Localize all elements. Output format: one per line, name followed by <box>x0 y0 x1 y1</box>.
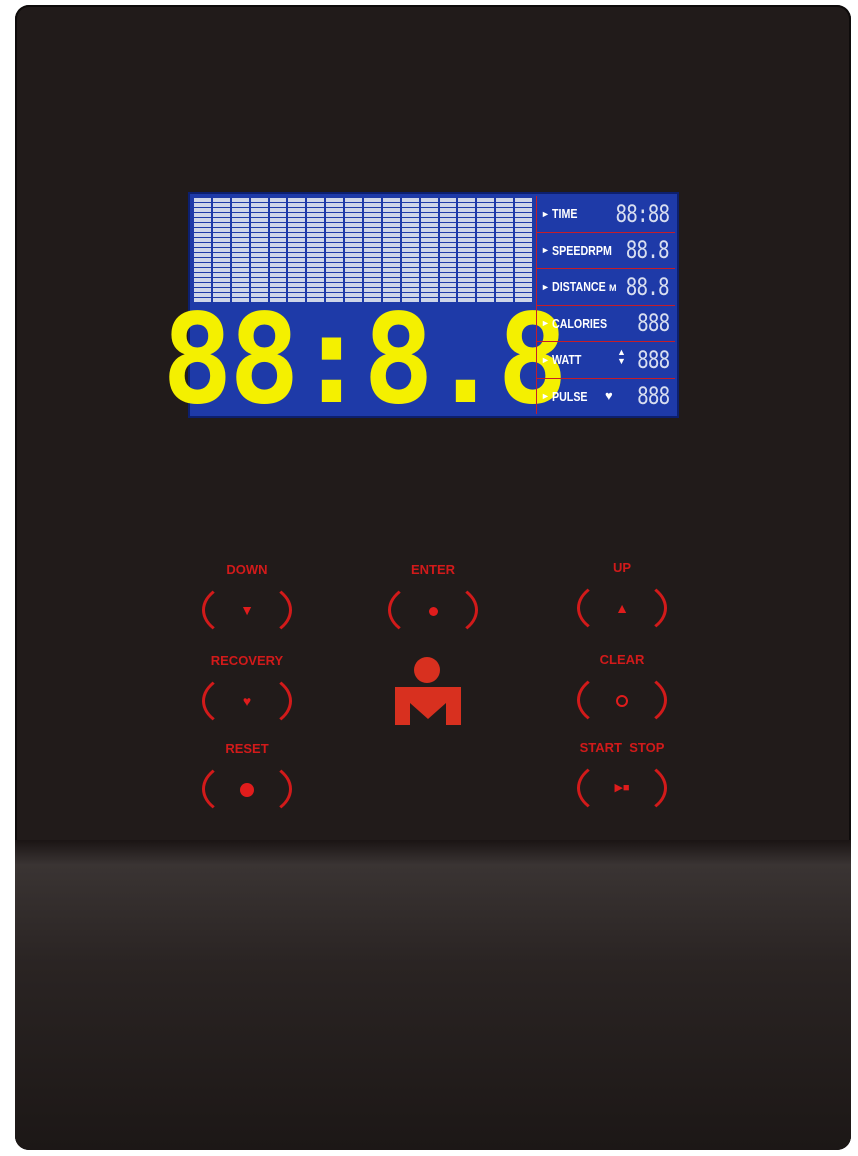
m-dot-logo <box>392 657 464 727</box>
down-button[interactable]: DOWN ▼ <box>192 562 302 652</box>
metric-watt: ► WATT ▲ ▼ 888 <box>536 342 675 379</box>
triangle-down-icon: ▼ <box>240 602 254 618</box>
big-dot-icon <box>192 779 302 799</box>
heart-icon: ♥ <box>605 387 613 403</box>
reset-button-label: RESET <box>225 741 269 756</box>
pointer-arrow-icon: ► <box>541 318 550 329</box>
enter-button[interactable]: ENTER <box>378 562 488 652</box>
start-stop-button[interactable]: START STOP ▶■ <box>567 740 677 830</box>
console-panel: 88:8.8 ► TIME 88:88 ► SPEEDRPM 88.8 ► DI… <box>15 5 851 1150</box>
clear-button[interactable]: CLEAR <box>567 652 677 742</box>
metric-pulse: ► PULSE ♥ 888 <box>536 378 675 414</box>
pointer-arrow-icon: ► <box>541 208 550 219</box>
metric-value: 88:88 <box>615 199 670 228</box>
metric-label: PULSE <box>551 388 588 404</box>
recovery-button[interactable]: RECOVERY ♥ <box>192 653 302 743</box>
enter-button-label: ENTER <box>410 562 456 577</box>
lcd-display: 88:8.8 ► TIME 88:88 ► SPEEDRPM 88.8 ► DI… <box>162 192 679 421</box>
pointer-arrow-icon: ► <box>541 354 550 365</box>
logo-m-shape <box>395 687 461 725</box>
dot-icon <box>378 600 488 620</box>
metric-value: 88.8 <box>625 272 670 301</box>
pointer-arrow-icon: ► <box>541 281 550 292</box>
metric-value: 888 <box>636 382 670 411</box>
up-button-label: UP <box>612 560 632 575</box>
metric-label: CALORIES <box>551 315 608 331</box>
main-readout-value: 88:8.8 <box>161 286 568 432</box>
recovery-button-label: RECOVERY <box>210 653 284 668</box>
metrics-panel: ► TIME 88:88 ► SPEEDRPM 88.8 ► DISTANCE … <box>536 196 675 414</box>
distance-unit-indicator: M <box>609 283 617 293</box>
updown-arrows-icon: ▲ ▼ <box>617 347 626 366</box>
down-button-label: DOWN <box>226 562 268 577</box>
metric-value: 888 <box>636 345 670 374</box>
triangle-up-icon: ▲ <box>615 600 629 616</box>
metric-speedrpm: ► SPEEDRPM 88.8 <box>536 232 675 269</box>
pointer-arrow-icon: ► <box>541 391 550 402</box>
metric-time: ► TIME 88:88 <box>536 196 675 233</box>
ring-icon <box>567 690 677 710</box>
metric-distance: ► DISTANCE M 88.8 <box>536 269 675 306</box>
metric-label: SPEEDRPM <box>551 242 612 258</box>
heart-icon: ♥ <box>242 693 252 709</box>
pointer-arrow-icon: ► <box>541 245 550 256</box>
metric-value: 88.8 <box>625 236 670 265</box>
console-lower-panel <box>15 840 851 1150</box>
reset-button[interactable]: RESET <box>192 741 302 831</box>
metric-label: DISTANCE <box>551 279 606 295</box>
main-readout: 88:8.8 <box>162 297 568 421</box>
metric-label: WATT <box>551 352 582 368</box>
metric-label: TIME <box>551 206 578 222</box>
play-stop-icon: ▶■ <box>614 782 630 794</box>
metric-calories: ► CALORIES 888 <box>536 305 675 342</box>
up-button[interactable]: UP ▲ <box>567 560 677 650</box>
metric-value: 888 <box>636 309 670 338</box>
clear-button-label: CLEAR <box>599 652 645 667</box>
start-stop-button-label: START STOP <box>579 740 665 755</box>
